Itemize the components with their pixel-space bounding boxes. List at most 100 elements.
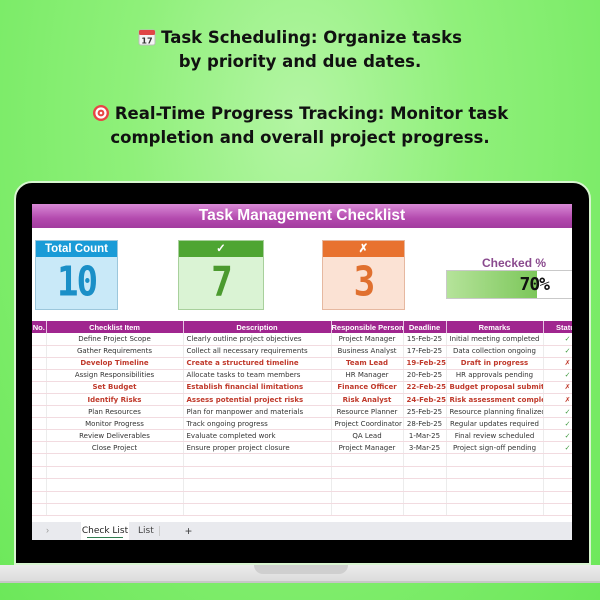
cell-checklist-item[interactable]: Develop Timeline	[46, 357, 184, 370]
empty-cell[interactable]	[403, 466, 447, 480]
empty-cell[interactable]	[183, 491, 332, 505]
header-responsible-person[interactable]: Responsible Person	[331, 321, 404, 333]
cell-checklist-item[interactable]: Monitor Progress	[46, 417, 184, 431]
cell-description[interactable]: Assess potential project risks	[183, 393, 332, 407]
cell-responsible-person[interactable]: Risk Analyst	[331, 393, 404, 407]
empty-cell[interactable]	[183, 453, 332, 467]
cell-remarks[interactable]: Regular updates required	[446, 417, 544, 431]
empty-cell[interactable]	[32, 478, 47, 492]
cell-responsible-person[interactable]: Project Coordinator	[331, 417, 404, 431]
cell-description[interactable]: Ensure proper project closure	[183, 441, 332, 455]
cell-no[interactable]	[32, 393, 47, 407]
header-checklist-item[interactable]: Checklist Item	[46, 321, 184, 333]
empty-cell[interactable]	[331, 466, 404, 480]
cell-checklist-item[interactable]: Review Deliverables	[46, 429, 184, 443]
empty-cell[interactable]	[403, 453, 447, 467]
cell-remarks[interactable]: Initial meeting completed	[446, 333, 544, 346]
cell-deadline[interactable]: 25-Feb-25	[403, 405, 447, 419]
cell-remarks[interactable]: Draft in progress	[446, 357, 544, 370]
empty-cell[interactable]	[446, 453, 544, 467]
status-cross-icon[interactable]: ✗	[543, 357, 572, 370]
cell-remarks[interactable]: HR approvals pending	[446, 369, 544, 382]
empty-cell[interactable]	[32, 466, 47, 480]
cell-checklist-item[interactable]: Close Project	[46, 441, 184, 455]
cell-no[interactable]	[32, 333, 47, 346]
empty-cell[interactable]	[446, 466, 544, 480]
status-check-icon[interactable]: ✓	[543, 429, 572, 443]
header-description[interactable]: Description	[183, 321, 332, 333]
cell-no[interactable]	[32, 441, 47, 455]
tab-check-list[interactable]: Check List	[81, 522, 129, 540]
empty-cell[interactable]	[543, 466, 572, 480]
cell-no[interactable]	[32, 417, 47, 431]
empty-cell[interactable]	[46, 466, 184, 480]
cell-remarks[interactable]: Data collection ongoing	[446, 345, 544, 358]
empty-cell[interactable]	[331, 503, 404, 517]
cell-description[interactable]: Plan for manpower and materials	[183, 405, 332, 419]
empty-cell[interactable]	[183, 478, 332, 492]
tab-list[interactable]: List	[138, 522, 154, 540]
cell-deadline[interactable]: 1-Mar-25	[403, 429, 447, 443]
empty-cell[interactable]	[331, 491, 404, 505]
cell-remarks[interactable]: Resource planning finalized	[446, 405, 544, 419]
chevron-right-icon[interactable]: ›	[46, 525, 49, 535]
cell-no[interactable]	[32, 429, 47, 443]
cell-deadline[interactable]: 19-Feb-25	[403, 357, 447, 370]
status-check-icon[interactable]: ✓	[543, 417, 572, 431]
header-deadline[interactable]: Deadline	[403, 321, 447, 333]
cell-description[interactable]: Track ongoing progress	[183, 417, 332, 431]
cell-responsible-person[interactable]: Finance Officer	[331, 381, 404, 394]
cell-responsible-person[interactable]: QA Lead	[331, 429, 404, 443]
empty-cell[interactable]	[403, 491, 447, 505]
cell-description[interactable]: Collect all necessary requirements	[183, 345, 332, 358]
cell-remarks[interactable]: Project sign-off pending	[446, 441, 544, 455]
empty-cell[interactable]	[46, 478, 184, 492]
empty-cell[interactable]	[403, 478, 447, 492]
empty-cell[interactable]	[446, 491, 544, 505]
status-cross-icon[interactable]: ✗	[543, 381, 572, 394]
cell-no[interactable]	[32, 405, 47, 419]
status-check-icon[interactable]: ✓	[543, 405, 572, 419]
cell-description[interactable]: Clearly outline project objectives	[183, 333, 332, 346]
status-check-icon[interactable]: ✓	[543, 369, 572, 382]
empty-cell[interactable]	[543, 478, 572, 492]
cell-responsible-person[interactable]: Project Manager	[331, 441, 404, 455]
cell-deadline[interactable]: 3-Mar-25	[403, 441, 447, 455]
cell-responsible-person[interactable]: Resource Planner	[331, 405, 404, 419]
empty-cell[interactable]	[32, 491, 47, 505]
cell-deadline[interactable]: 24-Feb-25	[403, 393, 447, 407]
header-status[interactable]: Status	[543, 321, 572, 333]
cell-no[interactable]	[32, 345, 47, 358]
empty-cell[interactable]	[46, 453, 184, 467]
add-sheet-button[interactable]: +	[185, 522, 192, 540]
cell-responsible-person[interactable]: Business Analyst	[331, 345, 404, 358]
empty-cell[interactable]	[46, 503, 184, 517]
empty-cell[interactable]	[331, 453, 404, 467]
cell-checklist-item[interactable]: Assign Responsibilities	[46, 369, 184, 382]
cell-checklist-item[interactable]: Define Project Scope	[46, 333, 184, 346]
cell-no[interactable]	[32, 369, 47, 382]
empty-cell[interactable]	[543, 491, 572, 505]
cell-checklist-item[interactable]: Plan Resources	[46, 405, 184, 419]
cell-responsible-person[interactable]: Team Lead	[331, 357, 404, 370]
header-remarks[interactable]: Remarks	[446, 321, 544, 333]
cell-no[interactable]	[32, 381, 47, 394]
cell-description[interactable]: Evaluate completed work	[183, 429, 332, 443]
empty-cell[interactable]	[183, 466, 332, 480]
empty-cell[interactable]	[403, 503, 447, 517]
cell-description[interactable]: Create a structured timeline	[183, 357, 332, 370]
empty-cell[interactable]	[446, 503, 544, 517]
empty-cell[interactable]	[32, 503, 47, 517]
empty-cell[interactable]	[32, 453, 47, 467]
cell-responsible-person[interactable]: Project Manager	[331, 333, 404, 346]
cell-responsible-person[interactable]: HR Manager	[331, 369, 404, 382]
cell-no[interactable]	[32, 357, 47, 370]
cell-deadline[interactable]: 17-Feb-25	[403, 345, 447, 358]
cell-remarks[interactable]: Risk assessment completed	[446, 393, 544, 407]
cell-checklist-item[interactable]: Gather Requirements	[46, 345, 184, 358]
cell-deadline[interactable]: 22-Feb-25	[403, 381, 447, 394]
empty-cell[interactable]	[183, 503, 332, 517]
status-check-icon[interactable]: ✓	[543, 333, 572, 346]
cell-deadline[interactable]: 20-Feb-25	[403, 369, 447, 382]
empty-cell[interactable]	[446, 478, 544, 492]
